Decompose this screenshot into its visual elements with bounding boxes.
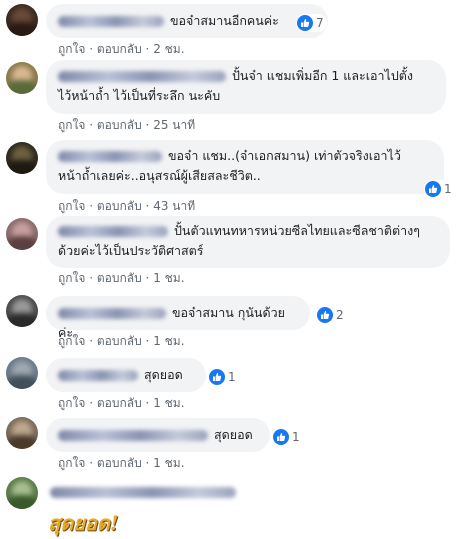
comment-actions: ถูกใจ · ตอบกลับ · 2 ชม.	[58, 40, 185, 59]
reaction-count[interactable]: 2	[316, 306, 347, 324]
separator: ·	[85, 456, 97, 470]
separator: ·	[141, 456, 154, 470]
separator: ·	[141, 271, 154, 285]
avatar[interactable]	[6, 62, 38, 94]
comment-actions: ถูกใจ · ตอบกลับ · 43 นาที	[58, 197, 195, 216]
like-icon	[297, 15, 313, 31]
separator: ·	[85, 334, 97, 348]
comment-bubble: ปั้นตัวแทนทหารหน่วยซีลไทยและซีลชาติต่างๆ…	[46, 216, 450, 268]
comment-text-line1: ขอจ๋า แชม..(จ๋าเอกสมาน) เท่าตัวจริงเอาไว…	[168, 148, 401, 163]
avatar[interactable]	[6, 4, 38, 36]
commenter-name[interactable]	[58, 370, 138, 381]
comment-bubble: สุดยอด	[46, 418, 270, 452]
comment-actions: ถูกใจ · ตอบกลับ · 25 นาที	[58, 116, 195, 135]
like-icon	[209, 369, 225, 385]
separator: ·	[141, 42, 154, 56]
comment-text-line1: ปั้นตัวแทนทหารหน่วยซีลไทยและซีลชาติต่างๆ	[174, 223, 420, 238]
reaction-number: 1	[444, 182, 452, 196]
reaction-count[interactable]: 7	[296, 14, 327, 32]
avatar[interactable]	[6, 218, 38, 250]
timestamp[interactable]: 25 นาที	[153, 118, 195, 132]
avatar[interactable]	[6, 142, 38, 174]
comment-actions: ถูกใจ · ตอบกลับ · 1 ชม.	[58, 332, 185, 351]
commenter-name-row	[50, 484, 242, 499]
like-link[interactable]: ถูกใจ	[58, 199, 85, 213]
separator: ·	[85, 118, 97, 132]
like-link[interactable]: ถูกใจ	[58, 456, 85, 470]
reaction-number: 1	[228, 370, 236, 384]
comment-bubble: สุดยอด	[46, 358, 206, 392]
like-icon	[317, 307, 333, 323]
commenter-name[interactable]	[58, 71, 226, 82]
commenter-name[interactable]	[58, 151, 162, 162]
separator: ·	[85, 42, 97, 56]
like-link[interactable]: ถูกใจ	[58, 396, 85, 410]
separator: ·	[141, 118, 154, 132]
comment-bubble: ปั้นจ๋า แชมเพิ่มอีก 1 และเอาไปตั้ง ไว้หน…	[46, 60, 446, 114]
reaction-number: 1	[292, 430, 300, 444]
reply-link[interactable]: ตอบกลับ	[97, 42, 142, 56]
comment-text-line2: หน้าถ้ำเลยค่ะ..อนุสรณ์ผู้เสียสละชีวิต..	[58, 168, 261, 183]
separator: ·	[141, 396, 154, 410]
avatar[interactable]	[6, 417, 38, 449]
timestamp[interactable]: 1 ชม.	[153, 456, 184, 470]
separator: ·	[85, 199, 97, 213]
like-icon	[273, 429, 289, 445]
timestamp[interactable]: 2 ชม.	[153, 42, 184, 56]
commenter-name[interactable]	[58, 16, 164, 27]
reply-link[interactable]: ตอบกลับ	[97, 334, 142, 348]
sticker[interactable]: สุดยอด!	[48, 507, 119, 539]
reaction-count[interactable]: 1	[424, 180, 455, 198]
avatar[interactable]	[6, 477, 38, 509]
comment-bubble: ขอจ๋า แชม..(จ๋าเอกสมาน) เท่าตัวจริงเอาไว…	[46, 140, 444, 194]
timestamp[interactable]: 1 ชม.	[153, 396, 184, 410]
separator: ·	[141, 199, 154, 213]
reply-link[interactable]: ตอบกลับ	[97, 118, 142, 132]
commenter-name[interactable]	[58, 308, 166, 319]
like-link[interactable]: ถูกใจ	[58, 334, 85, 348]
reaction-count[interactable]: 1	[208, 368, 239, 386]
like-icon	[425, 181, 441, 197]
commenter-name[interactable]	[58, 226, 168, 237]
comment-text-line1: ปั้นจ๋า แชมเพิ่มอีก 1 และเอาไปตั้ง	[232, 68, 413, 83]
timestamp[interactable]: 43 นาที	[153, 199, 195, 213]
reply-link[interactable]: ตอบกลับ	[97, 456, 142, 470]
commenter-name[interactable]	[50, 487, 236, 498]
separator: ·	[85, 396, 97, 410]
like-link[interactable]: ถูกใจ	[58, 118, 85, 132]
comment-actions: ถูกใจ · ตอบกลับ · 1 ชม.	[58, 454, 185, 473]
comment-actions: ถูกใจ · ตอบกลับ · 1 ชม.	[58, 394, 185, 413]
avatar[interactable]	[6, 357, 38, 389]
separator: ·	[141, 334, 154, 348]
reply-link[interactable]: ตอบกลับ	[97, 271, 142, 285]
like-link[interactable]: ถูกใจ	[58, 271, 85, 285]
timestamp[interactable]: 1 ชม.	[153, 334, 184, 348]
separator: ·	[85, 271, 97, 285]
avatar[interactable]	[6, 295, 38, 327]
timestamp[interactable]: 1 ชม.	[153, 271, 184, 285]
comment-bubble: ขอจ๋าสมาน กุนันด้วยค่ะ	[46, 296, 310, 340]
comment-text: สุดยอด	[214, 427, 253, 442]
comment-bubble: ขอจ๋าสมานอีกคนค่ะ	[46, 4, 328, 38]
reply-link[interactable]: ตอบกลับ	[97, 396, 142, 410]
reaction-count[interactable]: 1	[272, 428, 303, 446]
commenter-name[interactable]	[58, 430, 208, 441]
reply-link[interactable]: ตอบกลับ	[97, 199, 142, 213]
reaction-number: 7	[316, 16, 324, 30]
comment-actions: ถูกใจ · ตอบกลับ · 1 ชม.	[58, 269, 185, 288]
reaction-number: 2	[336, 308, 344, 322]
comment-text: ขอจ๋าสมานอีกคนค่ะ	[170, 13, 279, 28]
like-link[interactable]: ถูกใจ	[58, 42, 85, 56]
comment-text: สุดยอด	[144, 367, 183, 382]
comment-text-line2: ด้วยค่ะไว้เป็นประวัติศาสตร์	[58, 243, 204, 258]
comment-text-line2: ไว้หน้าถ้ำ ไว้เป็นที่ระลึก นะคับ	[58, 88, 221, 103]
